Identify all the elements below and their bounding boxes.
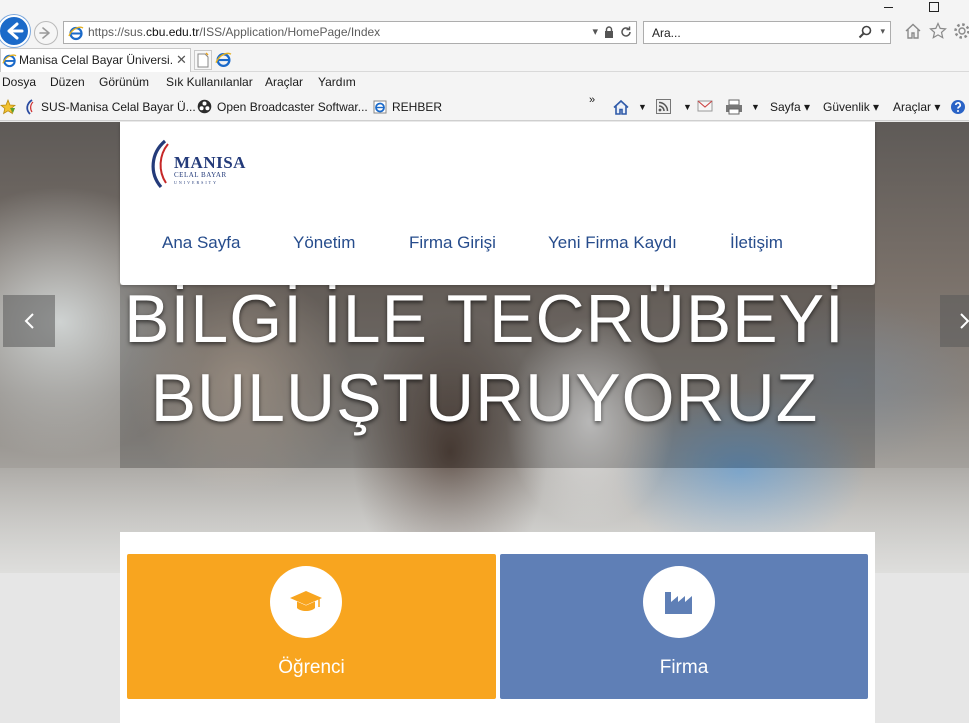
company-tile[interactable]: Firma (500, 554, 868, 699)
rss-feed-icon[interactable] (656, 99, 671, 114)
logo-subtitle: CELAL BAYAR (174, 171, 227, 179)
favorites-bar: SUS-Manisa Celal Bayar Ü... Open Broadca… (0, 94, 969, 121)
nav-contact[interactable]: İletişim (730, 233, 783, 253)
nav-new-company-registration[interactable]: Yeni Firma Kaydı (548, 233, 677, 253)
home-dropdown-icon[interactable]: ▼ (638, 102, 647, 112)
menu-favorites[interactable]: Sık Kullanılanlar (166, 75, 253, 89)
home-icon[interactable] (612, 99, 630, 116)
slider-next-button[interactable] (940, 295, 969, 347)
favorite-sus[interactable]: SUS-Manisa Celal Bayar Ü... (41, 100, 196, 114)
home-icon[interactable] (904, 22, 922, 40)
menu-bar: Dosya Düzen Görünüm Sık Kullanılanlar Ar… (0, 72, 969, 94)
logo-university: UNIVERSITY (174, 180, 218, 185)
graduation-cap-icon (290, 591, 322, 611)
factory-icon (665, 592, 692, 614)
url-text: https://sus.cbu.edu.tr/ISS/Application/H… (88, 25, 381, 39)
tile-icon-circle (270, 566, 342, 638)
maximize-button[interactable] (929, 2, 939, 12)
cbu-logo-icon (26, 99, 34, 115)
ie-logo-icon (68, 26, 84, 41)
help-icon[interactable] (950, 99, 966, 115)
tab-bar: Manisa Celal Bayar Üniversi... ✕ (0, 48, 969, 72)
search-placeholder: Ara... (652, 26, 681, 40)
student-tile[interactable]: Öğrenci (127, 554, 496, 699)
main-nav: Ana Sayfa Yönetim Firma Girişi Yeni Firm… (120, 233, 875, 255)
browser-window: https://sus.cbu.edu.tr/ISS/Application/H… (0, 0, 969, 723)
hero-headline-line-2: BULUŞTURUYORUZ (150, 360, 819, 436)
back-button[interactable] (0, 15, 30, 47)
nav-management[interactable]: Yönetim (293, 233, 355, 253)
menu-file[interactable]: Dosya (2, 75, 36, 89)
menu-tools[interactable]: Araçlar (265, 75, 303, 89)
site-header: MANISA CELAL BAYAR UNIVERSITY Ana Sayfa … (120, 122, 875, 285)
lock-icon[interactable] (604, 25, 614, 38)
university-logo[interactable]: MANISA CELAL BAYAR UNIVERSITY (147, 139, 247, 195)
menu-view[interactable]: Görünüm (99, 75, 149, 89)
nav-company-login[interactable]: Firma Girişi (409, 233, 496, 253)
print-dropdown-icon[interactable]: ▼ (751, 102, 760, 112)
favorite-rehber[interactable]: REHBER (392, 100, 442, 114)
ie-page-icon (373, 100, 387, 114)
printer-icon[interactable] (725, 99, 743, 115)
search-icon[interactable] (858, 25, 872, 39)
logo-name: MANISA (174, 153, 246, 172)
logo-mark-icon (151, 139, 169, 189)
address-tools: ▾ (592, 25, 632, 38)
ie-logo-icon (2, 54, 17, 68)
student-tile-label: Öğrenci (278, 657, 345, 678)
tile-icon-circle (643, 566, 715, 638)
company-tile-label: Firma (659, 657, 709, 678)
address-bar[interactable]: https://sus.cbu.edu.tr/ISS/Application/H… (63, 21, 637, 44)
menu-edit[interactable]: Düzen (50, 75, 85, 89)
refresh-icon[interactable] (620, 26, 632, 38)
new-tab-button[interactable] (194, 50, 212, 70)
slider-prev-button[interactable] (3, 295, 55, 347)
feed-dropdown-icon[interactable]: ▼ (683, 102, 692, 112)
arrow-left-icon (7, 22, 24, 40)
browser-toolbar: https://sus.cbu.edu.tr/ISS/Application/H… (0, 0, 969, 48)
close-tab-icon[interactable]: ✕ (176, 52, 187, 68)
login-tiles-panel: Öğrenci Firma (120, 532, 875, 723)
tab-title: Manisa Celal Bayar Üniversi... (19, 53, 174, 67)
tab-active[interactable]: Manisa Celal Bayar Üniversi... ✕ (0, 48, 191, 72)
new-page-icon (197, 52, 209, 68)
chevron-left-icon (24, 313, 34, 329)
search-box[interactable]: Ara... ▾ (643, 21, 891, 44)
dropdown-icon[interactable]: ▾ (592, 25, 598, 38)
more-chevron[interactable]: » (589, 94, 595, 106)
menu-help[interactable]: Yardım (318, 75, 356, 89)
ie-logo-icon[interactable] (215, 51, 232, 68)
obs-logo-icon (197, 99, 212, 114)
minimize-button[interactable] (882, 0, 896, 10)
favorites-star-icon[interactable] (0, 99, 16, 115)
arrow-right-icon (39, 27, 50, 39)
forward-button[interactable] (34, 21, 58, 45)
favorite-obs[interactable]: Open Broadcaster Softwar... (217, 100, 368, 114)
search-dropdown-icon[interactable]: ▾ (880, 26, 885, 37)
hero-headline-line-1: BİLGİ İLE TECRÜBEYİ (124, 281, 845, 357)
chevron-right-icon (960, 313, 969, 329)
mail-icon[interactable] (697, 99, 713, 113)
nav-home[interactable]: Ana Sayfa (162, 233, 240, 253)
tools-menu[interactable]: Araçlar ▾ (893, 100, 940, 114)
web-page: BİLGİ İLE TECRÜBEYİ BULUŞTURUYORUZ MANIS… (0, 122, 969, 723)
page-menu[interactable]: Sayfa ▾ (770, 100, 810, 114)
favorites-star-icon[interactable] (929, 22, 947, 40)
safety-menu[interactable]: Güvenlik ▾ (823, 100, 879, 114)
gear-icon[interactable] (953, 22, 969, 40)
